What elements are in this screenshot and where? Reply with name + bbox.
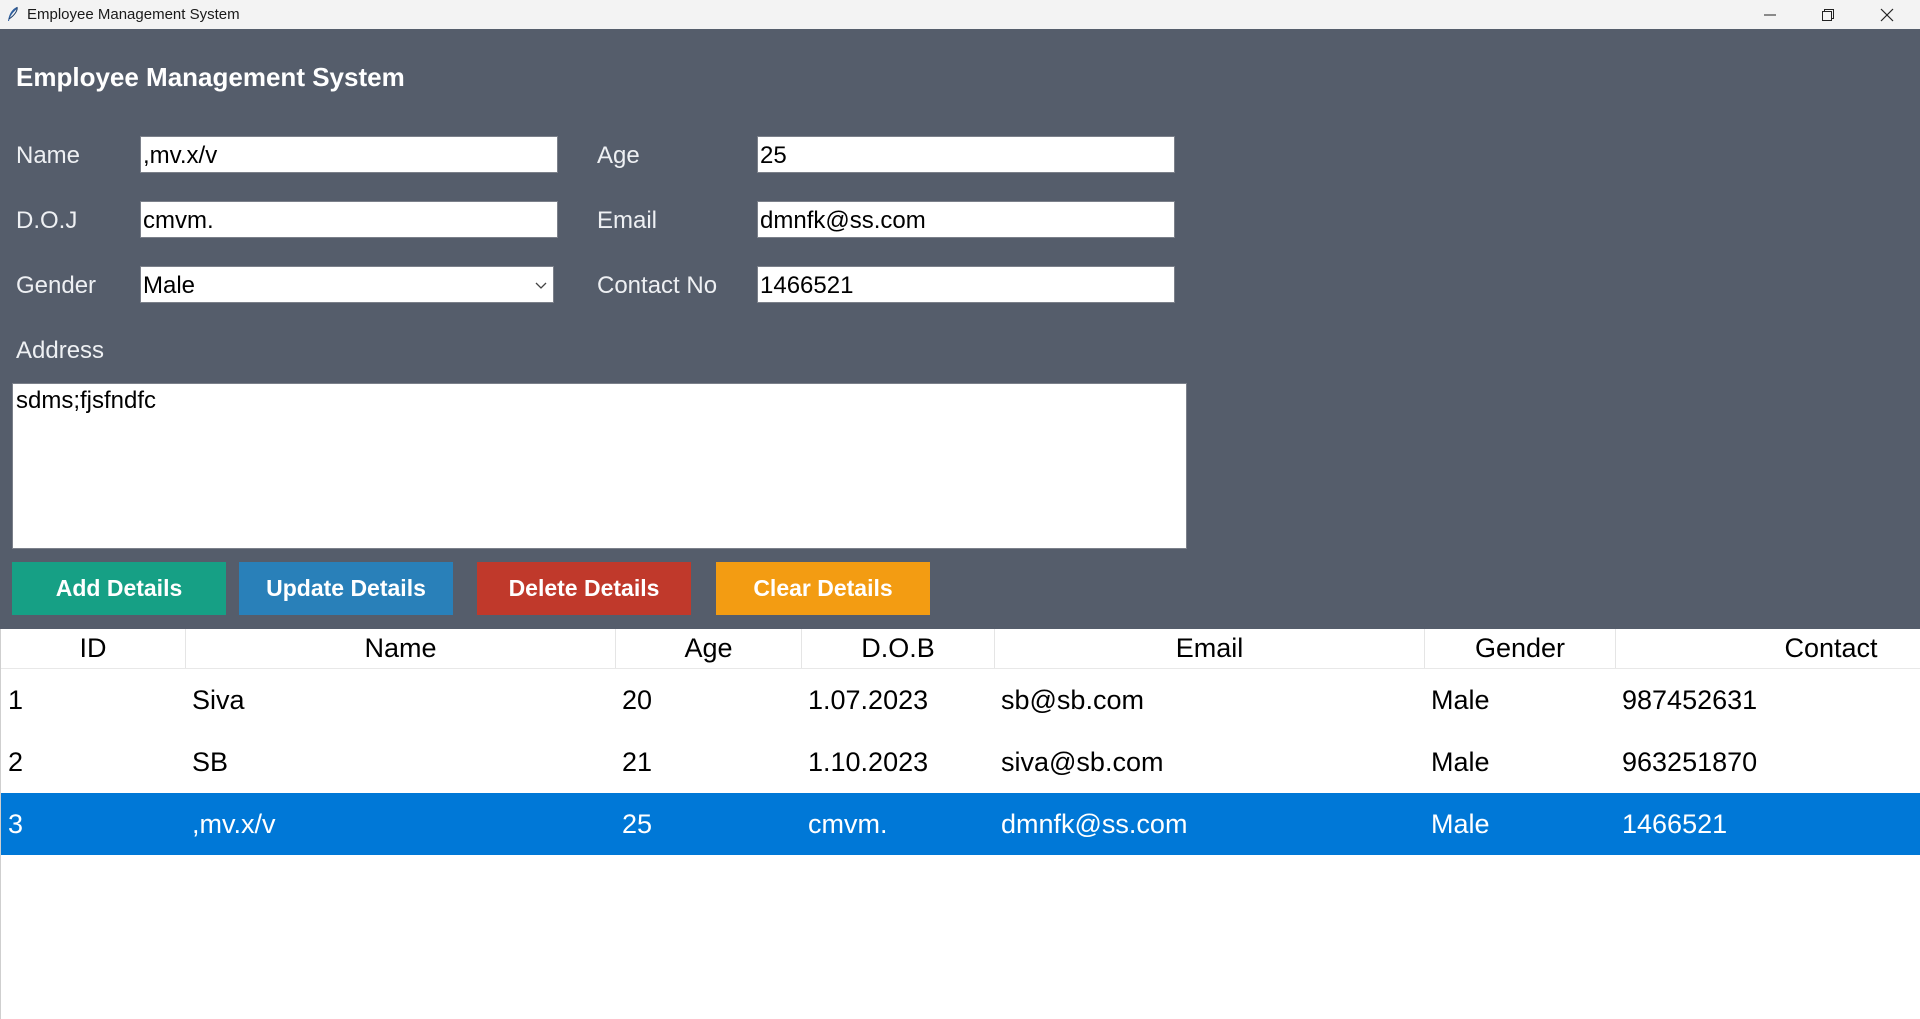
- cell-gender: Male: [1431, 747, 1490, 777]
- table-row-selected[interactable]: 3 ,mv.x/v 25 cmvm. dmnfk@ss.com Male 146…: [1, 793, 1920, 855]
- cell-email: sb@sb.com: [1001, 685, 1144, 715]
- cell-age: 20: [622, 685, 653, 715]
- minimize-icon: [1764, 14, 1776, 15]
- gender-select[interactable]: Male: [140, 266, 554, 303]
- clear-details-button[interactable]: Clear Details: [716, 562, 930, 615]
- cell-id: 2: [8, 747, 24, 777]
- window-title: Employee Management System: [27, 6, 240, 23]
- address-textarea[interactable]: sdms;fjsfndfc: [12, 383, 1187, 549]
- title-bar: Employee Management System: [0, 0, 1920, 30]
- update-details-button[interactable]: Update Details: [239, 562, 453, 615]
- contact-input[interactable]: 1466521: [757, 266, 1175, 303]
- column-header-gender[interactable]: Gender: [1425, 629, 1616, 668]
- age-label: Age: [597, 142, 640, 169]
- column-header-dob[interactable]: D.O.B: [802, 629, 995, 668]
- close-button[interactable]: [1858, 0, 1916, 29]
- cell-dob: 1.07.2023: [808, 685, 929, 715]
- cell-dob: 1.10.2023: [808, 747, 929, 777]
- cell-gender: Male: [1431, 809, 1490, 839]
- restore-icon: [1822, 8, 1834, 21]
- employee-table[interactable]: ID Name Age D.O.B Email Gender Contact 1…: [0, 629, 1920, 1019]
- cell-id: 3: [8, 809, 24, 839]
- cell-name: SB: [192, 747, 229, 777]
- table-row[interactable]: 2 SB 21 1.10.2023 siva@sb.com Male 96325…: [1, 731, 1920, 793]
- table-header: ID Name Age D.O.B Email Gender Contact: [1, 629, 1920, 669]
- cell-id: 1: [8, 685, 24, 715]
- restore-button[interactable]: [1799, 0, 1857, 29]
- doj-label: D.O.J: [16, 207, 78, 234]
- form-panel: Employee Management System Name ,mv.x/v …: [0, 29, 1920, 629]
- cell-name: ,mv.x/v: [192, 809, 276, 839]
- age-input[interactable]: 25: [757, 136, 1175, 173]
- cell-name: Siva: [192, 685, 245, 715]
- gender-select-value: Male: [143, 272, 196, 299]
- feather-icon: [8, 6, 18, 21]
- add-details-button[interactable]: Add Details: [12, 562, 226, 615]
- address-label: Address: [16, 337, 105, 364]
- close-icon: [1880, 8, 1894, 21]
- cell-email: dmnfk@ss.com: [1001, 809, 1188, 839]
- chevron-down-icon: [535, 282, 547, 289]
- email-label: Email: [597, 207, 658, 234]
- cell-contact: 987452631: [1622, 685, 1758, 715]
- gender-label: Gender: [16, 272, 97, 299]
- column-header-age[interactable]: Age: [616, 629, 802, 668]
- name-input[interactable]: ,mv.x/v: [140, 136, 558, 173]
- table-row[interactable]: 1 Siva 20 1.07.2023 sb@sb.com Male 98745…: [1, 669, 1920, 731]
- cell-contact: 963251870: [1622, 747, 1758, 777]
- doj-input[interactable]: cmvm.: [140, 201, 558, 238]
- cell-contact: 1466521: [1622, 809, 1728, 839]
- delete-details-button[interactable]: Delete Details: [477, 562, 691, 615]
- cell-dob: cmvm.: [808, 809, 888, 839]
- cell-age: 21: [622, 747, 653, 777]
- column-header-name[interactable]: Name: [186, 629, 616, 668]
- name-label: Name: [16, 142, 81, 169]
- app-window: Employee Management System Employee Mana…: [0, 0, 1920, 1019]
- contact-label: Contact No: [597, 272, 718, 299]
- cell-gender: Male: [1431, 685, 1490, 715]
- column-header-id[interactable]: ID: [1, 629, 186, 668]
- minimize-button[interactable]: [1741, 0, 1799, 29]
- email-input[interactable]: dmnfk@ss.com: [757, 201, 1175, 238]
- page-title: Employee Management System: [16, 62, 405, 92]
- column-header-contact[interactable]: Contact: [1616, 629, 1920, 668]
- cell-age: 25: [622, 809, 653, 839]
- column-header-email[interactable]: Email: [995, 629, 1425, 668]
- cell-email: siva@sb.com: [1001, 747, 1164, 777]
